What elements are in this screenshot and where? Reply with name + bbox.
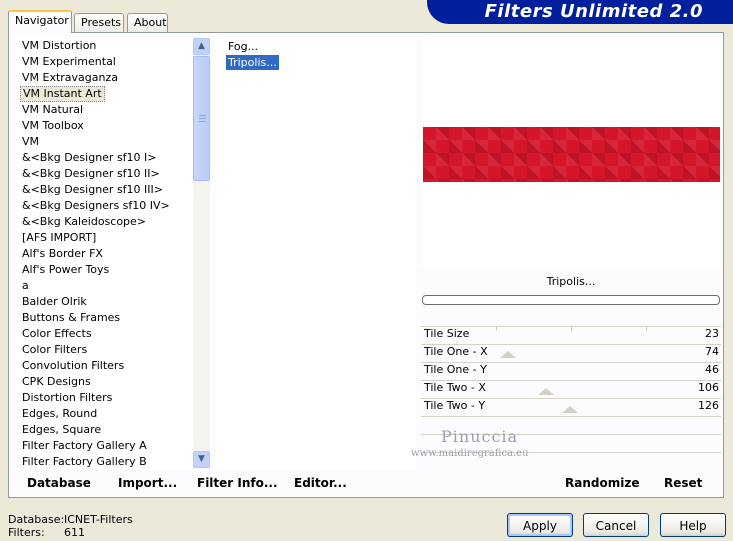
param-label: Tile Two - Y bbox=[424, 399, 486, 412]
slider-track bbox=[421, 416, 721, 417]
preview-image bbox=[423, 127, 720, 182]
database-label: Database: bbox=[8, 513, 65, 526]
list-item[interactable]: VM bbox=[20, 134, 41, 150]
list-item[interactable]: Color Filters bbox=[20, 342, 89, 358]
param-label: Tile Two - X bbox=[424, 381, 486, 394]
watermark-url: www.maidiregrafica.eu bbox=[411, 448, 529, 459]
grip-line bbox=[199, 115, 206, 116]
scrollbar-thumb[interactable] bbox=[193, 56, 210, 181]
watermark-name: Pinuccia bbox=[441, 427, 519, 446]
list-item[interactable]: VM Toolbox bbox=[20, 118, 86, 134]
list-item[interactable]: &<Bkg Designer sf10 I> bbox=[20, 150, 159, 166]
param-tile-two-y[interactable]: Tile Two - Y 126 bbox=[421, 398, 721, 416]
slider-tick bbox=[496, 326, 497, 331]
param-tile-two-x[interactable]: Tile Two - X 106 bbox=[421, 380, 721, 398]
scroll-down-arrow-icon[interactable]: ▼ bbox=[193, 451, 210, 468]
list-item[interactable]: VM Instant Art bbox=[20, 86, 105, 102]
param-action-bar: Randomize Reset bbox=[421, 472, 721, 496]
help-button[interactable]: Help bbox=[660, 513, 726, 537]
randomize-button[interactable]: Randomize bbox=[565, 476, 639, 490]
list-item[interactable]: Alf's Border FX bbox=[20, 246, 105, 262]
list-item[interactable]: a bbox=[20, 278, 31, 294]
list-item[interactable]: VM Experimental bbox=[20, 54, 118, 70]
list-item[interactable]: &<Bkg Designer sf10 III> bbox=[20, 182, 165, 198]
param-tile-one-y[interactable]: Tile One - Y 46 bbox=[421, 362, 721, 380]
database-value: ICNET-Filters bbox=[64, 513, 133, 526]
database-info: Database:ICNET-Filters Filters: 611 bbox=[8, 513, 133, 539]
list-item[interactable]: Balder Olrik bbox=[20, 294, 89, 310]
param-value: 46 bbox=[705, 363, 719, 376]
list-item[interactable]: Buttons & Frames bbox=[20, 310, 122, 326]
filter-item-fog[interactable]: Fog... bbox=[226, 39, 260, 54]
list-item[interactable]: Alf's Power Toys bbox=[20, 262, 111, 278]
param-value: 74 bbox=[705, 345, 719, 358]
list-item[interactable]: Color Effects bbox=[20, 326, 94, 342]
list-action-bar: Database Import... Filter Info... Editor… bbox=[11, 472, 415, 496]
category-list[interactable]: VM Distortion VM Experimental VM Extravaga… bbox=[11, 36, 193, 470]
list-item[interactable]: CPK Designs bbox=[20, 374, 93, 390]
category-scrollbar[interactable]: ▲ ▼ bbox=[193, 38, 210, 468]
list-item[interactable]: VM Extravaganza bbox=[20, 70, 120, 86]
cancel-button[interactable]: Cancel bbox=[583, 513, 649, 537]
list-item[interactable]: &<Bkg Kaleidoscope> bbox=[20, 214, 148, 230]
filters-count-label: Filters: bbox=[8, 526, 45, 539]
list-item[interactable]: VM Natural bbox=[20, 102, 85, 118]
app-title-banner: Filters Unlimited 2.0 bbox=[427, 0, 733, 24]
filters-count-value: 611 bbox=[64, 526, 85, 539]
list-item[interactable]: VM Distortion bbox=[20, 38, 98, 54]
list-item[interactable]: Edges, Round bbox=[20, 406, 99, 422]
list-item[interactable]: Distortion Filters bbox=[20, 390, 114, 406]
import-button[interactable]: Import... bbox=[118, 476, 177, 490]
current-filter-name: Tripolis... bbox=[546, 275, 596, 288]
list-item[interactable]: Edges, Square bbox=[20, 422, 103, 438]
tab-navigator[interactable]: Navigator bbox=[8, 10, 72, 33]
preview-area bbox=[421, 36, 721, 268]
scroll-up-arrow-icon[interactable]: ▲ bbox=[193, 38, 210, 55]
param-label: Tile One - Y bbox=[424, 363, 487, 376]
filter-info-button[interactable]: Filter Info... bbox=[197, 476, 278, 490]
editor-button[interactable]: Editor... bbox=[294, 476, 347, 490]
list-item[interactable]: [AFS IMPORT] bbox=[20, 230, 98, 246]
param-tile-one-x[interactable]: Tile One - X 74 bbox=[421, 344, 721, 362]
reset-button[interactable]: Reset bbox=[664, 476, 702, 490]
list-item[interactable]: &<Bkg Designer sf10 II> bbox=[20, 166, 162, 182]
list-item[interactable]: Convolution Filters bbox=[20, 358, 126, 374]
param-value: 126 bbox=[698, 399, 719, 412]
list-item[interactable]: Filter Factory Gallery B bbox=[20, 454, 149, 470]
param-value: 106 bbox=[698, 381, 719, 394]
grip-line bbox=[199, 121, 206, 122]
database-button[interactable]: Database bbox=[27, 476, 91, 490]
param-label: Tile One - X bbox=[424, 345, 488, 358]
tab-about[interactable]: About bbox=[127, 13, 168, 32]
tab-presets[interactable]: Presets bbox=[74, 13, 124, 32]
apply-button[interactable]: Apply bbox=[507, 513, 573, 537]
list-item[interactable]: Filter Factory Gallery A bbox=[20, 438, 149, 454]
slider-tick bbox=[646, 326, 647, 331]
progress-bar bbox=[422, 295, 720, 305]
list-item[interactable]: &<Bkg Designers sf10 IV> bbox=[20, 198, 172, 214]
param-label: Tile Size bbox=[424, 327, 470, 340]
param-value: 23 bbox=[705, 327, 719, 340]
grip-line bbox=[199, 118, 206, 119]
filter-item-tripolis[interactable]: Tripolis... bbox=[226, 55, 279, 70]
filter-list[interactable]: Fog... Tripolis... bbox=[216, 36, 416, 470]
slider-tick bbox=[571, 326, 572, 331]
